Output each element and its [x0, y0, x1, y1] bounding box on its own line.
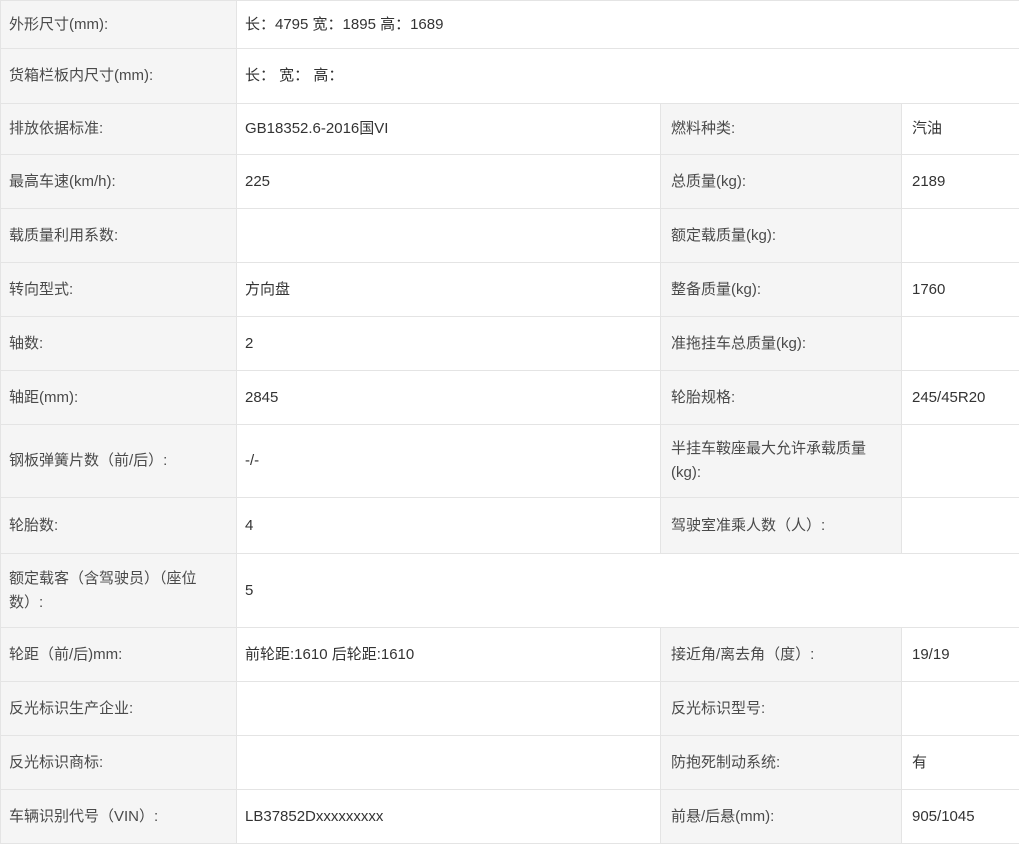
spec-value: GB18352.6-2016国VI — [237, 104, 661, 155]
spec-label: 额定载质量(kg): — [661, 209, 902, 263]
spec-label: 轮胎数: — [1, 498, 237, 554]
table-row: 排放依据标准: GB18352.6-2016国VI 燃料种类: 汽油 — [1, 104, 1019, 155]
spec-value: 225 — [237, 155, 661, 209]
spec-value: 有 — [902, 736, 1019, 790]
spec-value: 长：4795 宽：1895 高：1689 — [237, 1, 1019, 49]
table-row: 反光标识生产企业: 反光标识型号: — [1, 682, 1019, 736]
spec-label: 排放依据标准: — [1, 104, 237, 155]
spec-value: LB37852Dxxxxxxxxx — [237, 790, 661, 844]
spec-value — [902, 682, 1019, 736]
spec-value: 2189 — [902, 155, 1019, 209]
table-row: 货箱栏板内尺寸(mm): 长： 宽： 高： — [1, 49, 1019, 104]
spec-label: 准拖挂车总质量(kg): — [661, 317, 902, 371]
spec-label: 整备质量(kg): — [661, 263, 902, 317]
spec-label: 前悬/后悬(mm): — [661, 790, 902, 844]
spec-label: 防抱死制动系统: — [661, 736, 902, 790]
spec-label: 额定载客（含驾驶员）（座位数）: — [1, 554, 237, 628]
spec-value — [902, 498, 1019, 554]
spec-label: 最高车速(km/h): — [1, 155, 237, 209]
table-row: 轮距（前/后)mm: 前轮距:1610 后轮距:1610 接近角/离去角（度）:… — [1, 628, 1019, 682]
spec-label: 轴数: — [1, 317, 237, 371]
spec-value: 19/19 — [902, 628, 1019, 682]
spec-value — [902, 209, 1019, 263]
vehicle-spec-table: 外形尺寸(mm): 长：4795 宽：1895 高：1689 货箱栏板内尺寸(m… — [0, 0, 1019, 844]
spec-label: 反光标识生产企业: — [1, 682, 237, 736]
table-row: 最高车速(km/h): 225 总质量(kg): 2189 — [1, 155, 1019, 209]
spec-value: 前轮距:1610 后轮距:1610 — [237, 628, 661, 682]
spec-label: 车辆识别代号（VIN）: — [1, 790, 237, 844]
table-row: 轴距(mm): 2845 轮胎规格: 245/45R20 — [1, 371, 1019, 425]
spec-label: 轮胎规格: — [661, 371, 902, 425]
spec-value: 245/45R20 — [902, 371, 1019, 425]
spec-value: 长： 宽： 高： — [237, 49, 1019, 104]
spec-value — [237, 682, 661, 736]
table-row: 反光标识商标: 防抱死制动系统: 有 — [1, 736, 1019, 790]
spec-label: 接近角/离去角（度）: — [661, 628, 902, 682]
table-row: 钢板弹簧片数（前/后）: -/- 半挂车鞍座最大允许承载质量(kg): — [1, 425, 1019, 498]
spec-value: -/- — [237, 425, 661, 498]
table-row: 车辆识别代号（VIN）: LB37852Dxxxxxxxxx 前悬/后悬(mm)… — [1, 790, 1019, 844]
table-row: 转向型式: 方向盘 整备质量(kg): 1760 — [1, 263, 1019, 317]
spec-value: 1760 — [902, 263, 1019, 317]
table-row: 外形尺寸(mm): 长：4795 宽：1895 高：1689 — [1, 1, 1019, 49]
spec-value — [237, 736, 661, 790]
spec-label: 驾驶室准乘人数（人）: — [661, 498, 902, 554]
spec-value: 方向盘 — [237, 263, 661, 317]
spec-value — [237, 209, 661, 263]
spec-value: 905/1045 — [902, 790, 1019, 844]
spec-value: 4 — [237, 498, 661, 554]
spec-label: 轴距(mm): — [1, 371, 237, 425]
spec-label: 总质量(kg): — [661, 155, 902, 209]
spec-label: 反光标识商标: — [1, 736, 237, 790]
table-row: 载质量利用系数: 额定载质量(kg): — [1, 209, 1019, 263]
table-row: 额定载客（含驾驶员）（座位数）: 5 — [1, 554, 1019, 628]
spec-label: 燃料种类: — [661, 104, 902, 155]
spec-value — [902, 425, 1019, 498]
spec-label: 轮距（前/后)mm: — [1, 628, 237, 682]
spec-label: 转向型式: — [1, 263, 237, 317]
spec-value: 2845 — [237, 371, 661, 425]
spec-value — [902, 317, 1019, 371]
spec-value: 5 — [237, 554, 1019, 628]
table-row: 轮胎数: 4 驾驶室准乘人数（人）: — [1, 498, 1019, 554]
table-row: 轴数: 2 准拖挂车总质量(kg): — [1, 317, 1019, 371]
spec-label: 外形尺寸(mm): — [1, 1, 237, 49]
spec-value: 2 — [237, 317, 661, 371]
spec-label: 反光标识型号: — [661, 682, 902, 736]
spec-label: 半挂车鞍座最大允许承载质量(kg): — [661, 425, 902, 498]
spec-label: 钢板弹簧片数（前/后）: — [1, 425, 237, 498]
spec-label: 载质量利用系数: — [1, 209, 237, 263]
spec-value: 汽油 — [902, 104, 1019, 155]
spec-label: 货箱栏板内尺寸(mm): — [1, 49, 237, 104]
